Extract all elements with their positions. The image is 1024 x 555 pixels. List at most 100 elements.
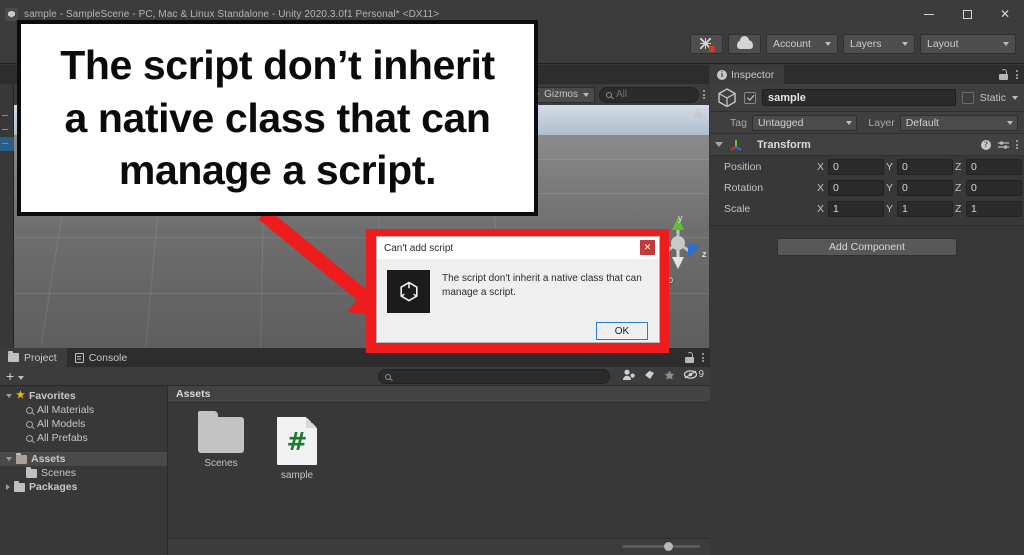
kebab-menu-icon[interactable] (702, 353, 704, 362)
transform-tools: ? (981, 140, 1018, 150)
hierarchy-row-selected[interactable] (0, 137, 14, 151)
layer-dropdown[interactable]: Default (900, 115, 1018, 131)
console-tab-label: Console (89, 352, 128, 364)
scene-search-input[interactable]: All (599, 87, 699, 103)
layout-dropdown[interactable]: Layout (920, 34, 1016, 54)
project-header-tools (685, 352, 704, 363)
layer-value: Default (906, 117, 939, 129)
preset-icon[interactable] (998, 140, 1009, 150)
breadcrumb[interactable]: Assets (168, 386, 710, 403)
gameobject-name-field[interactable]: sample (762, 89, 956, 106)
kebab-menu-icon[interactable] (1016, 140, 1018, 149)
slider-knob[interactable] (664, 542, 673, 551)
static-checkbox[interactable] (962, 92, 974, 104)
info-icon: i (717, 70, 727, 80)
kebab-menu-icon[interactable] (1016, 70, 1018, 79)
tree-item-all-models[interactable]: All Models (0, 417, 167, 431)
account-dropdown[interactable]: Account (766, 34, 838, 54)
scene-view-lock-icon[interactable] (694, 109, 702, 118)
tab-project[interactable]: Project (0, 348, 67, 367)
cloud-services-button[interactable] (728, 34, 761, 54)
tree-item-all-materials[interactable]: All Materials (0, 403, 167, 417)
asset-zoom-slider[interactable] (622, 545, 700, 548)
inspector-header-tools (999, 69, 1018, 80)
project-search-input[interactable] (378, 369, 610, 384)
chevron-down-icon (583, 93, 589, 97)
rotation-x-input[interactable]: 0 (828, 180, 884, 196)
chevron-down-icon[interactable] (18, 376, 24, 380)
tab-inspector[interactable]: i Inspector (710, 65, 784, 84)
tag-dropdown[interactable]: Untagged (752, 115, 857, 131)
collapse-triangle-icon[interactable] (715, 142, 723, 147)
hierarchy-row[interactable] (0, 123, 14, 137)
gizmos-label: Gizmos (544, 89, 578, 100)
asset-item-sample[interactable]: # sample (266, 417, 328, 481)
hierarchy-row[interactable] (0, 109, 14, 123)
avatar-filter-icon[interactable] (622, 369, 635, 380)
transform-component-header[interactable]: Transform ? (710, 134, 1024, 156)
scale-y-input[interactable]: 1 (897, 201, 953, 217)
row-label: Rotation (724, 182, 817, 194)
favorite-filter-icon[interactable] (664, 370, 675, 380)
scale-x-input[interactable]: 1 (828, 201, 884, 217)
expand-arrow-icon[interactable] (6, 457, 12, 461)
visibility-filter-icon[interactable] (684, 370, 697, 379)
search-icon (26, 421, 33, 428)
tree-item-scenes[interactable]: Scenes (0, 466, 167, 480)
chevron-down-icon (1003, 42, 1009, 46)
scale-z-input[interactable]: 1 (966, 201, 1022, 217)
add-component-button[interactable]: Add Component (777, 238, 957, 256)
gizmo-z-label: z (702, 249, 707, 259)
label-filter-icon[interactable] (644, 370, 655, 380)
minimize-button[interactable] (910, 0, 948, 28)
unity-logo-icon (387, 270, 430, 313)
layer-label: Layer (868, 117, 894, 129)
asset-label: sample (281, 470, 313, 481)
axis-y-label: Y (886, 182, 894, 194)
folder-open-icon (16, 455, 27, 464)
hierarchy-panel[interactable] (0, 65, 14, 348)
dialog-titlebar: Can't add script ✕ (377, 237, 659, 259)
position-x-input[interactable]: 0 (828, 159, 884, 175)
collab-button[interactable] (690, 34, 723, 54)
chevron-down-icon (902, 42, 908, 46)
gizmo-y-label: y (678, 213, 683, 223)
row-label: Position (724, 161, 817, 173)
tree-label: All Materials (37, 404, 94, 416)
lock-icon[interactable] (685, 352, 694, 363)
transform-row: Scale X 1 Y 1 Z 1 (710, 198, 1024, 219)
caption-text: The script don’t inherit a native class … (50, 39, 505, 196)
expand-arrow-icon[interactable] (6, 394, 12, 398)
create-asset-button[interactable]: + (6, 369, 14, 383)
asset-item-scenes[interactable]: Scenes (190, 417, 252, 481)
position-z-input[interactable]: 0 (966, 159, 1022, 175)
tab-console[interactable]: Console (67, 348, 138, 367)
tree-item-all-prefabs[interactable]: All Prefabs (0, 431, 167, 445)
ok-button[interactable]: OK (596, 322, 648, 340)
help-icon[interactable]: ? (981, 140, 991, 150)
project-tab-label: Project (24, 352, 57, 364)
scene-search-placeholder: All (616, 89, 627, 100)
dialog-button-row: OK (377, 313, 659, 340)
account-label: Account (773, 38, 811, 50)
tree-item-assets[interactable]: Assets (0, 452, 167, 466)
rotation-y-input[interactable]: 0 (897, 180, 953, 196)
dialog-close-button[interactable]: ✕ (640, 240, 655, 255)
caption-overlay: The script don’t inherit a native class … (17, 20, 538, 216)
rotation-z-input[interactable]: 0 (966, 180, 1022, 196)
inspector-panel: i Inspector sample Static Tag (710, 65, 1024, 555)
maximize-button[interactable] (948, 0, 986, 28)
layout-label: Layout (927, 38, 959, 50)
scene-view-menu-icon[interactable] (703, 90, 705, 99)
lock-icon[interactable] (999, 69, 1008, 80)
collapse-arrow-icon[interactable] (6, 484, 10, 490)
gameobject-enabled-checkbox[interactable] (744, 92, 756, 104)
close-button[interactable]: ✕ (986, 0, 1024, 28)
caption-line-2: a native class that can (60, 92, 495, 144)
layers-dropdown[interactable]: Layers (843, 34, 915, 54)
position-y-input[interactable]: 0 (897, 159, 953, 175)
search-icon (26, 435, 33, 442)
static-dropdown-icon[interactable] (1012, 96, 1018, 100)
tree-item-favorites[interactable]: ★ Favorites (0, 389, 167, 403)
tree-item-packages[interactable]: Packages (0, 480, 167, 494)
